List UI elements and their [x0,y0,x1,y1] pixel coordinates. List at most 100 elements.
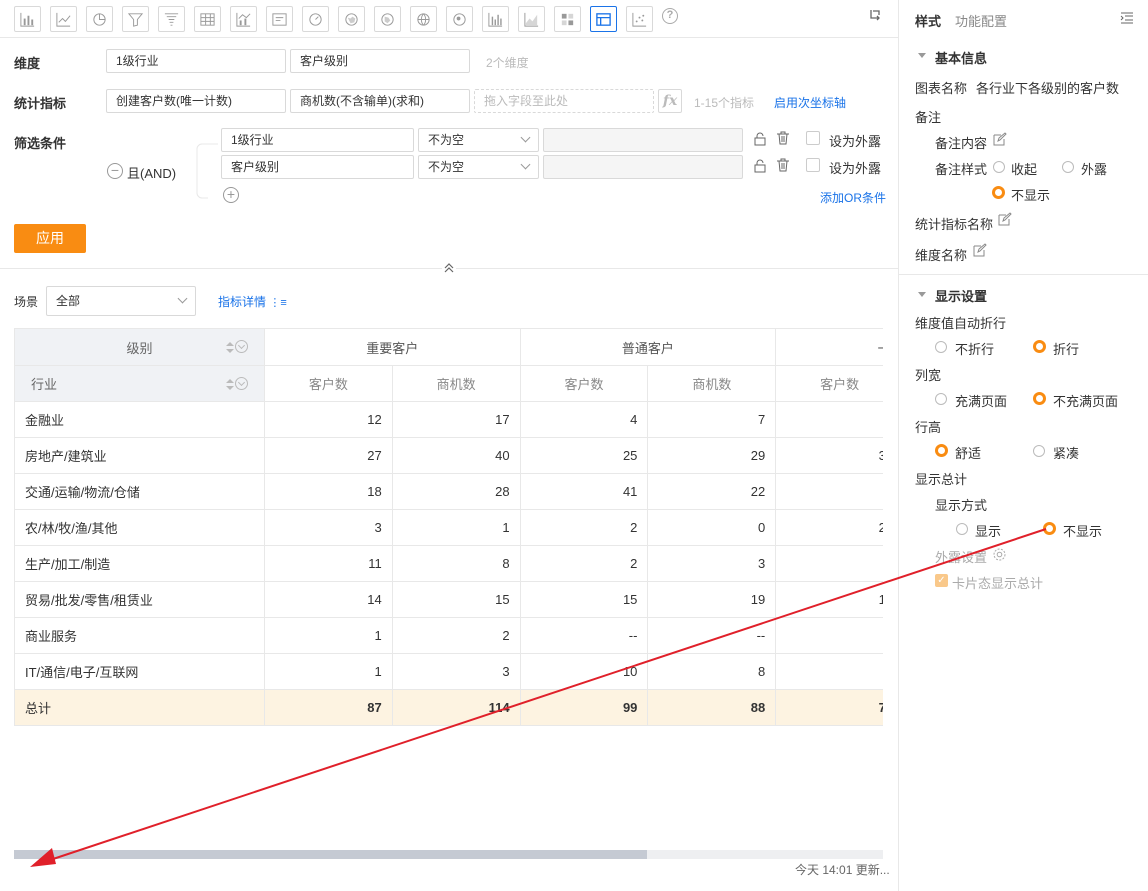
edit-icon[interactable] [972,243,987,258]
value-cell[interactable]: 18 [263,473,393,510]
column-icon[interactable] [482,6,509,32]
collapse-panel-icon[interactable] [1120,11,1134,25]
value-cell[interactable]: 10 [519,653,649,690]
note-style-collapse-radio[interactable] [993,161,1005,173]
pivot-table-viewport[interactable]: 级别 重要客户 普通客户 一般客户 行业 客户数 商机数 客户数 商机数 客户数… [0,320,883,740]
row-dimension-header[interactable]: 行业 [14,365,265,402]
help-icon[interactable]: ? [662,8,678,24]
value-cell[interactable]: 7 [647,401,777,438]
value-cell[interactable]: 3 [775,401,883,438]
value-cell[interactable]: 88 [647,689,777,726]
sort-icon[interactable] [225,342,234,354]
value-cell[interactable]: 2 [519,545,649,582]
trash-icon[interactable] [776,158,790,172]
apply-button[interactable]: 应用 [14,224,86,253]
card-icon[interactable] [266,6,293,32]
value-cell[interactable]: 99 [519,689,649,726]
horizontal-scrollbar[interactable] [14,850,883,859]
funnel-alt-icon[interactable] [158,6,185,32]
filter-2-external-checkbox[interactable] [806,158,820,172]
tab-function-config[interactable]: 功能配置 [955,11,1007,30]
caret-down-icon[interactable] [918,292,926,297]
dimension-field-2[interactable]: 客户级别 [290,49,470,73]
dimension-field-1[interactable]: 1级行业 [106,49,286,73]
value-cell[interactable]: 15 [391,581,521,618]
table-icon[interactable] [194,6,221,32]
scene-select[interactable]: 全部 [46,286,196,316]
filter-1-operator[interactable]: 不为空 [418,128,539,152]
value-cell[interactable]: 14 [263,581,393,618]
add-or-condition-link[interactable]: 添加OR条件 [820,189,886,206]
unlock-icon[interactable] [753,159,767,173]
collapse-up-icon[interactable] [442,262,456,274]
row-compact-radio[interactable] [1033,445,1045,457]
sort-icon[interactable] [225,379,234,391]
filter-1-value[interactable] [543,128,743,152]
note-style-hide-radio[interactable] [992,186,1005,199]
globe-icon[interactable] [410,6,437,32]
basic-info-title[interactable]: 基本信息 [935,48,987,67]
value-cell[interactable]: 3 [647,545,777,582]
tab-style[interactable]: 样式 [915,11,941,30]
value-cell[interactable]: 4 [519,401,649,438]
value-cell[interactable]: 12 [775,581,883,618]
note-style-expose-radio[interactable] [1062,161,1074,173]
metric-field-1[interactable]: 创建客户数(唯一计数) [106,89,286,113]
value-cell[interactable]: 22 [647,473,777,510]
filter-1-external-checkbox[interactable] [806,131,820,145]
filter-1-field[interactable]: 1级行业 [221,128,414,152]
line-chart-icon[interactable] [50,6,77,32]
value-cell[interactable]: 19 [647,581,777,618]
value-cell[interactable]: 2 [391,617,521,654]
value-cell[interactable]: 25 [519,437,649,474]
metric-field-2[interactable]: 商机数(不含输单)(求和) [290,89,470,113]
edit-icon[interactable] [992,132,1007,147]
gear-icon[interactable] [992,547,1007,562]
value-cell[interactable]: 74 [775,689,883,726]
area-chart-icon[interactable] [518,6,545,32]
value-cell[interactable]: 15 [519,581,649,618]
value-cell[interactable]: 3 [775,545,883,582]
value-cell[interactable]: 31 [775,437,883,474]
add-filter-icon[interactable]: + [223,187,239,203]
chevron-down-icon[interactable] [234,377,248,390]
chart-name-value[interactable]: 各行业下各级别的客户数 [976,78,1119,97]
scatter-icon[interactable] [626,6,653,32]
chevron-down-icon[interactable] [234,340,248,353]
bar-chart-icon[interactable] [14,6,41,32]
value-cell[interactable]: -- [647,617,777,654]
value-cell[interactable]: 12 [263,401,393,438]
total-hide-radio[interactable] [1043,522,1056,535]
value-cell[interactable]: 3 [263,509,393,546]
value-cell[interactable]: 1 [263,653,393,690]
value-cell[interactable]: 87 [263,689,393,726]
value-cell[interactable]: 20 [775,509,883,546]
logic-collapse-icon[interactable]: − [107,163,123,179]
value-cell[interactable]: 28 [391,473,521,510]
scrollbar-thumb[interactable] [14,850,647,859]
col-fill-radio[interactable] [935,393,947,405]
trash-icon[interactable] [776,131,790,145]
value-cell[interactable]: 1 [391,509,521,546]
formula-icon[interactable]: fx [658,89,682,113]
secondary-axis-link[interactable]: 启用次坐标轴 [774,94,846,111]
value-cell[interactable]: 1 [263,617,393,654]
gauge-icon[interactable] [302,6,329,32]
metric-drop-zone[interactable]: 拖入字段至此处 [474,89,654,113]
value-cell[interactable]: 0 [647,509,777,546]
map-cn-alt-icon[interactable] [374,6,401,32]
value-cell[interactable]: -- [775,653,883,690]
value-cell[interactable]: 41 [519,473,649,510]
value-cell[interactable]: 27 [263,437,393,474]
filter-2-operator[interactable]: 不为空 [418,155,539,179]
value-cell[interactable]: -- [775,617,883,654]
col-nofill-radio[interactable] [1033,392,1046,405]
display-settings-title[interactable]: 显示设置 [935,286,987,305]
value-cell[interactable]: 11 [263,545,393,582]
value-cell[interactable]: 17 [391,401,521,438]
value-cell[interactable]: -- [519,617,649,654]
value-cell[interactable]: 8 [647,653,777,690]
wrap-on-radio[interactable] [1033,340,1046,353]
value-cell[interactable]: 3 [391,653,521,690]
value-cell[interactable]: 2 [519,509,649,546]
